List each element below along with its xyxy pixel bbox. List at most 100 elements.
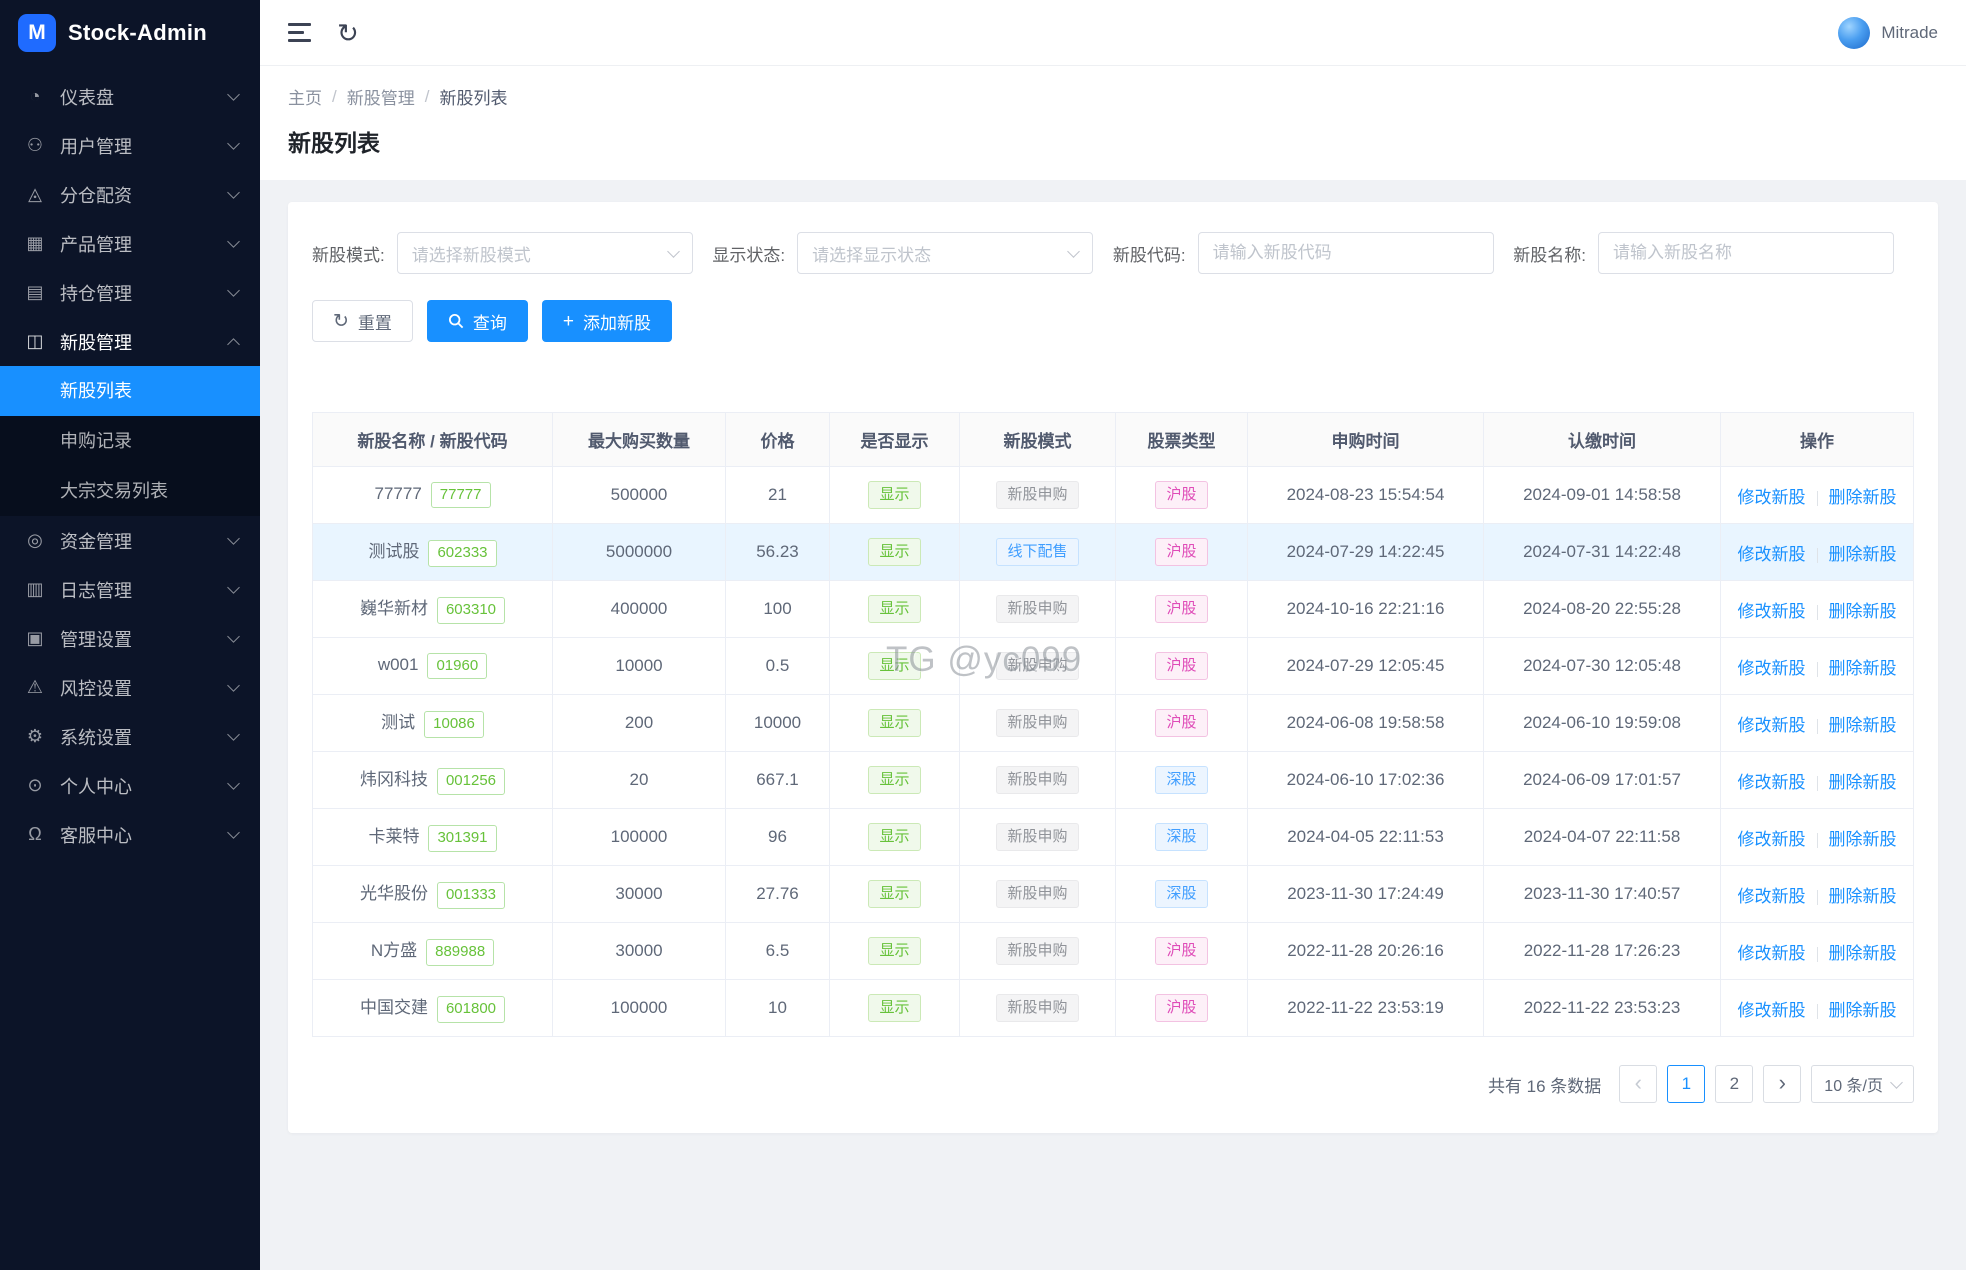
stock-name-input[interactable] — [1598, 232, 1894, 274]
display-status-tag: 显示 — [868, 480, 921, 510]
delete-stock-link[interactable]: 删除新股 — [1829, 659, 1897, 678]
collapse-menu-icon[interactable] — [288, 19, 311, 46]
action-divider — [1816, 1003, 1818, 1019]
filter-name-label: 新股名称: — [1513, 245, 1586, 265]
delete-stock-link[interactable]: 删除新股 — [1829, 602, 1897, 621]
sidebar-item-dashboard[interactable]: ◔ 仪表盘 — [0, 72, 260, 121]
sidebar-item-ipo-management[interactable]: ◫ 新股管理 — [0, 317, 260, 366]
edit-stock-link[interactable]: 修改新股 — [1738, 773, 1806, 792]
user-menu[interactable]: Mitrade — [1838, 16, 1938, 49]
edit-stock-link[interactable]: 修改新股 — [1738, 944, 1806, 963]
stock-type-tag: 沪股 — [1155, 537, 1208, 567]
sidebar-item-user-management[interactable]: ⚇ 用户管理 — [0, 121, 260, 170]
sidebar-item-allocation[interactable]: ◬ 分仓配资 — [0, 170, 260, 219]
app-logo: M Stock-Admin — [0, 0, 260, 66]
ipo-mode-tag: 线下配售 — [996, 537, 1079, 567]
reset-button[interactable]: ↻ 重置 — [312, 300, 413, 342]
sidebar-item-support-center[interactable]: Ω 客服中心 — [0, 810, 260, 859]
prev-page-button[interactable]: ‹ — [1619, 1065, 1658, 1103]
chevron-down-icon — [1890, 1076, 1903, 1089]
edit-stock-link[interactable]: 修改新股 — [1738, 602, 1806, 621]
page-button-1[interactable]: 1 — [1667, 1065, 1706, 1103]
chevron-down-icon — [227, 825, 240, 839]
pay-time-cell: 2022-11-22 23:53:23 — [1483, 979, 1721, 1037]
delete-stock-link[interactable]: 删除新股 — [1829, 887, 1897, 906]
table-row: w001 01960 10000 0.5 显示 新股申购 沪股 2024-07-2… — [312, 637, 1914, 695]
column-header: 认缴时间 — [1483, 412, 1721, 467]
sidebar-menu: ◔ 仪表盘 ⚇ 用户管理 ◬ 分仓配资 ▦ 产品管理 ▤ 持仓管理 ◫ 新股管理… — [0, 66, 260, 1270]
sidebar-item-log-management[interactable]: ▥ 日志管理 — [0, 565, 260, 614]
toolbar: ↻ 重置 查询 + 添加新股 — [312, 300, 1914, 342]
max-quantity-cell: 100000 — [552, 808, 726, 866]
display-status-tag: 显示 — [868, 537, 921, 567]
menu-item-label: 客服中心 — [60, 825, 132, 846]
menu-item-icon: ▤ — [26, 282, 44, 302]
sidebar: M Stock-Admin ◔ 仪表盘 ⚇ 用户管理 ◬ 分仓配资 ▦ 产品管理… — [0, 0, 260, 1270]
ipo-mode-tag: 新股申购 — [996, 765, 1079, 795]
filter-code-label: 新股代码: — [1112, 245, 1186, 265]
sidebar-item-system-settings[interactable]: ⚙ 系统设置 — [0, 712, 260, 761]
menu-item-label: 持仓管理 — [60, 283, 132, 304]
chevron-down-icon — [666, 244, 680, 258]
chevron-down-icon — [227, 234, 240, 248]
mode-select[interactable]: 请选择新股模式 — [396, 232, 693, 274]
delete-stock-link[interactable]: 删除新股 — [1829, 716, 1897, 735]
total-count-label: 共有 16 条数据 — [1487, 1076, 1602, 1096]
sidebar-item-position-management[interactable]: ▤ 持仓管理 — [0, 268, 260, 317]
edit-stock-link[interactable]: 修改新股 — [1738, 887, 1806, 906]
price-cell: 21 — [725, 466, 830, 524]
logo-icon: M — [18, 14, 56, 52]
stock-code-tag: 77777 — [430, 481, 491, 509]
delete-stock-link[interactable]: 删除新股 — [1829, 545, 1897, 564]
breadcrumb-home[interactable]: 主页 — [288, 84, 322, 109]
add-stock-button[interactable]: + 添加新股 — [541, 300, 673, 342]
display-status-tag: 显示 — [868, 594, 921, 624]
page-button-2[interactable]: 2 — [1715, 1065, 1754, 1103]
sidebar-item-product-management[interactable]: ▦ 产品管理 — [0, 219, 260, 268]
delete-stock-link[interactable]: 删除新股 — [1829, 1001, 1897, 1020]
sidebar-subitem-block-trade-list[interactable]: 大宗交易列表 — [0, 466, 260, 516]
table-row: 测试股 602333 5000000 56.23 显示 线下配售 沪股 2024-… — [312, 523, 1914, 581]
max-quantity-cell: 10000 — [552, 637, 726, 695]
avatar[interactable] — [1838, 16, 1871, 49]
sidebar-item-personal-center[interactable]: ⊙ 个人中心 — [0, 761, 260, 810]
price-cell: 100 — [725, 580, 830, 638]
column-header: 价格 — [725, 412, 830, 467]
subscribe-time-cell: 2024-07-29 14:22:45 — [1247, 523, 1484, 581]
sidebar-subitem-ipo-list[interactable]: 新股列表 — [0, 366, 260, 416]
table-row: 卡莱特 301391 100000 96 显示 新股申购 深股 2024-04-0… — [312, 808, 1914, 866]
status-select[interactable]: 请选择显示状态 — [797, 232, 1094, 274]
delete-stock-link[interactable]: 删除新股 — [1829, 773, 1897, 792]
sidebar-item-fund-management[interactable]: ◎ 资金管理 — [0, 516, 260, 565]
chevron-down-icon — [227, 629, 240, 643]
edit-stock-link[interactable]: 修改新股 — [1738, 716, 1806, 735]
page-size-select[interactable]: 10 条/页 — [1811, 1065, 1914, 1103]
filter-mode: 新股模式: 请选择新股模式 — [312, 232, 693, 274]
delete-stock-link[interactable]: 删除新股 — [1829, 488, 1897, 507]
sidebar-subitem-subscription-records[interactable]: 申购记录 — [0, 416, 260, 466]
edit-stock-link[interactable]: 修改新股 — [1738, 1001, 1806, 1020]
menu-item-icon: ▦ — [26, 233, 44, 253]
pay-time-cell: 2024-06-09 17:01:57 — [1483, 751, 1721, 809]
sidebar-item-risk-settings[interactable]: ⚠ 风控设置 — [0, 663, 260, 712]
edit-stock-link[interactable]: 修改新股 — [1738, 659, 1806, 678]
edit-stock-link[interactable]: 修改新股 — [1738, 830, 1806, 849]
chevron-down-icon — [227, 185, 240, 199]
menu-item-icon: ◔ — [29, 86, 41, 106]
action-divider — [1816, 661, 1818, 677]
edit-stock-link[interactable]: 修改新股 — [1738, 488, 1806, 507]
stock-name: 测试 — [381, 713, 416, 733]
menu-item-icon: ▣ — [26, 628, 44, 648]
delete-stock-link[interactable]: 删除新股 — [1829, 830, 1897, 849]
refresh-icon[interactable]: ↻ — [337, 20, 359, 46]
stock-code-input[interactable] — [1197, 232, 1494, 274]
sidebar-item-admin-settings[interactable]: ▣ 管理设置 — [0, 614, 260, 663]
delete-stock-link[interactable]: 删除新股 — [1829, 944, 1897, 963]
next-page-button[interactable]: › — [1763, 1065, 1802, 1103]
ipo-mode-tag: 新股申购 — [996, 879, 1079, 909]
price-cell: 10 — [725, 979, 830, 1037]
search-button[interactable]: 查询 — [426, 300, 528, 342]
price-cell: 0.5 — [725, 637, 830, 695]
breadcrumb-ipo-management[interactable]: 新股管理 — [347, 84, 415, 109]
edit-stock-link[interactable]: 修改新股 — [1738, 545, 1806, 564]
